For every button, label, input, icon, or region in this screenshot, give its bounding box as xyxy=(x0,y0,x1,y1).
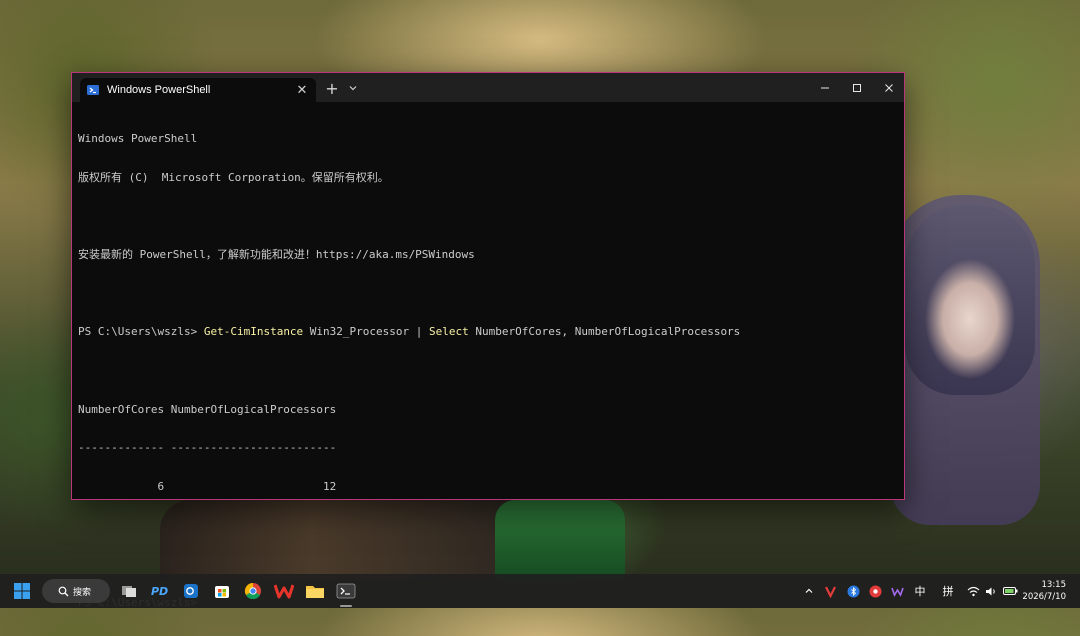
prompt: PS C:\Users\wszls> xyxy=(78,325,204,339)
chrome-icon[interactable] xyxy=(242,580,264,602)
taskbar: 搜索 PD 中 拼 13:15 2026/7/10 xyxy=(0,574,1080,608)
powershell-icon xyxy=(86,83,100,97)
outlook-icon[interactable] xyxy=(180,580,202,602)
red-app-tray-icon[interactable] xyxy=(823,583,837,599)
tab-title: Windows PowerShell xyxy=(107,84,211,96)
terminal-line: 版权所有 (C) Microsoft Corporation。保留所有权利。 xyxy=(78,170,389,184)
command-line: PS C:\Users\wszls> Get-CimInstance Win32… xyxy=(78,325,898,339)
red-circle-tray-icon[interactable] xyxy=(868,583,882,599)
pd-app-icon[interactable]: PD xyxy=(149,580,171,602)
table-rule: ------------- ------------------------- xyxy=(78,441,337,455)
command-select-args: NumberOfCores, NumberOfLogicalProcessors xyxy=(468,325,741,339)
store-icon[interactable] xyxy=(211,580,233,602)
volume-icon[interactable] xyxy=(984,583,998,599)
svg-text:PD: PD xyxy=(151,585,168,598)
ime-language-indicator[interactable]: 中 xyxy=(912,583,928,599)
ime-mode-indicator[interactable]: 拼 xyxy=(940,583,956,599)
purple-w-tray-icon[interactable] xyxy=(890,583,904,599)
search-button[interactable]: 搜索 xyxy=(42,579,110,603)
active-app-indicator xyxy=(340,605,352,607)
tab-windows-powershell[interactable]: Windows PowerShell ✕ xyxy=(80,78,316,102)
clock-date: 2026/7/10 xyxy=(1022,592,1066,602)
bluetooth-icon[interactable] xyxy=(846,583,860,599)
terminal-output[interactable]: Windows PowerShell 版权所有 (C) Microsoft Co… xyxy=(78,107,898,609)
search-icon xyxy=(58,586,69,597)
chevron-down-icon[interactable] xyxy=(344,79,362,97)
terminal-line: 安装最新的 PowerShell，了解新功能和改进！https://aka.ms… xyxy=(78,247,475,261)
windows-start-icon[interactable] xyxy=(11,580,33,602)
task-view-icon[interactable] xyxy=(118,580,140,602)
wallpaper-character-face xyxy=(905,205,1035,395)
terminal-line: Windows PowerShell xyxy=(78,131,198,145)
command-args: Win32_Processor | xyxy=(303,325,430,339)
wps-office-icon[interactable] xyxy=(273,580,295,602)
minimize-button[interactable] xyxy=(808,73,842,102)
terminal-window: Windows PowerShell ✕ + Windows PowerShel… xyxy=(71,72,905,609)
system-clock[interactable]: 13:15 2026/7/10 xyxy=(1006,579,1066,603)
table-row: 6 12 xyxy=(78,480,337,494)
clock-time: 13:15 xyxy=(1041,580,1067,590)
table-header: NumberOfCores NumberOfLogicalProcessors xyxy=(78,402,337,416)
new-tab-button[interactable]: + xyxy=(322,78,342,98)
close-tab-icon[interactable]: ✕ xyxy=(292,80,312,100)
search-label: 搜索 xyxy=(73,587,92,598)
chevron-up-icon[interactable] xyxy=(802,583,816,599)
maximize-button[interactable] xyxy=(840,73,874,102)
command-select: Select xyxy=(429,325,469,339)
command-cmdlet: Get-CimInstance xyxy=(203,325,304,339)
wallpaper-character-hair xyxy=(890,195,1040,525)
file-explorer-icon[interactable] xyxy=(304,580,326,602)
terminal-app-icon[interactable] xyxy=(335,580,357,602)
title-bar[interactable]: Windows PowerShell ✕ + xyxy=(72,73,904,102)
close-window-button[interactable] xyxy=(872,73,906,102)
wifi-icon[interactable] xyxy=(966,583,980,599)
